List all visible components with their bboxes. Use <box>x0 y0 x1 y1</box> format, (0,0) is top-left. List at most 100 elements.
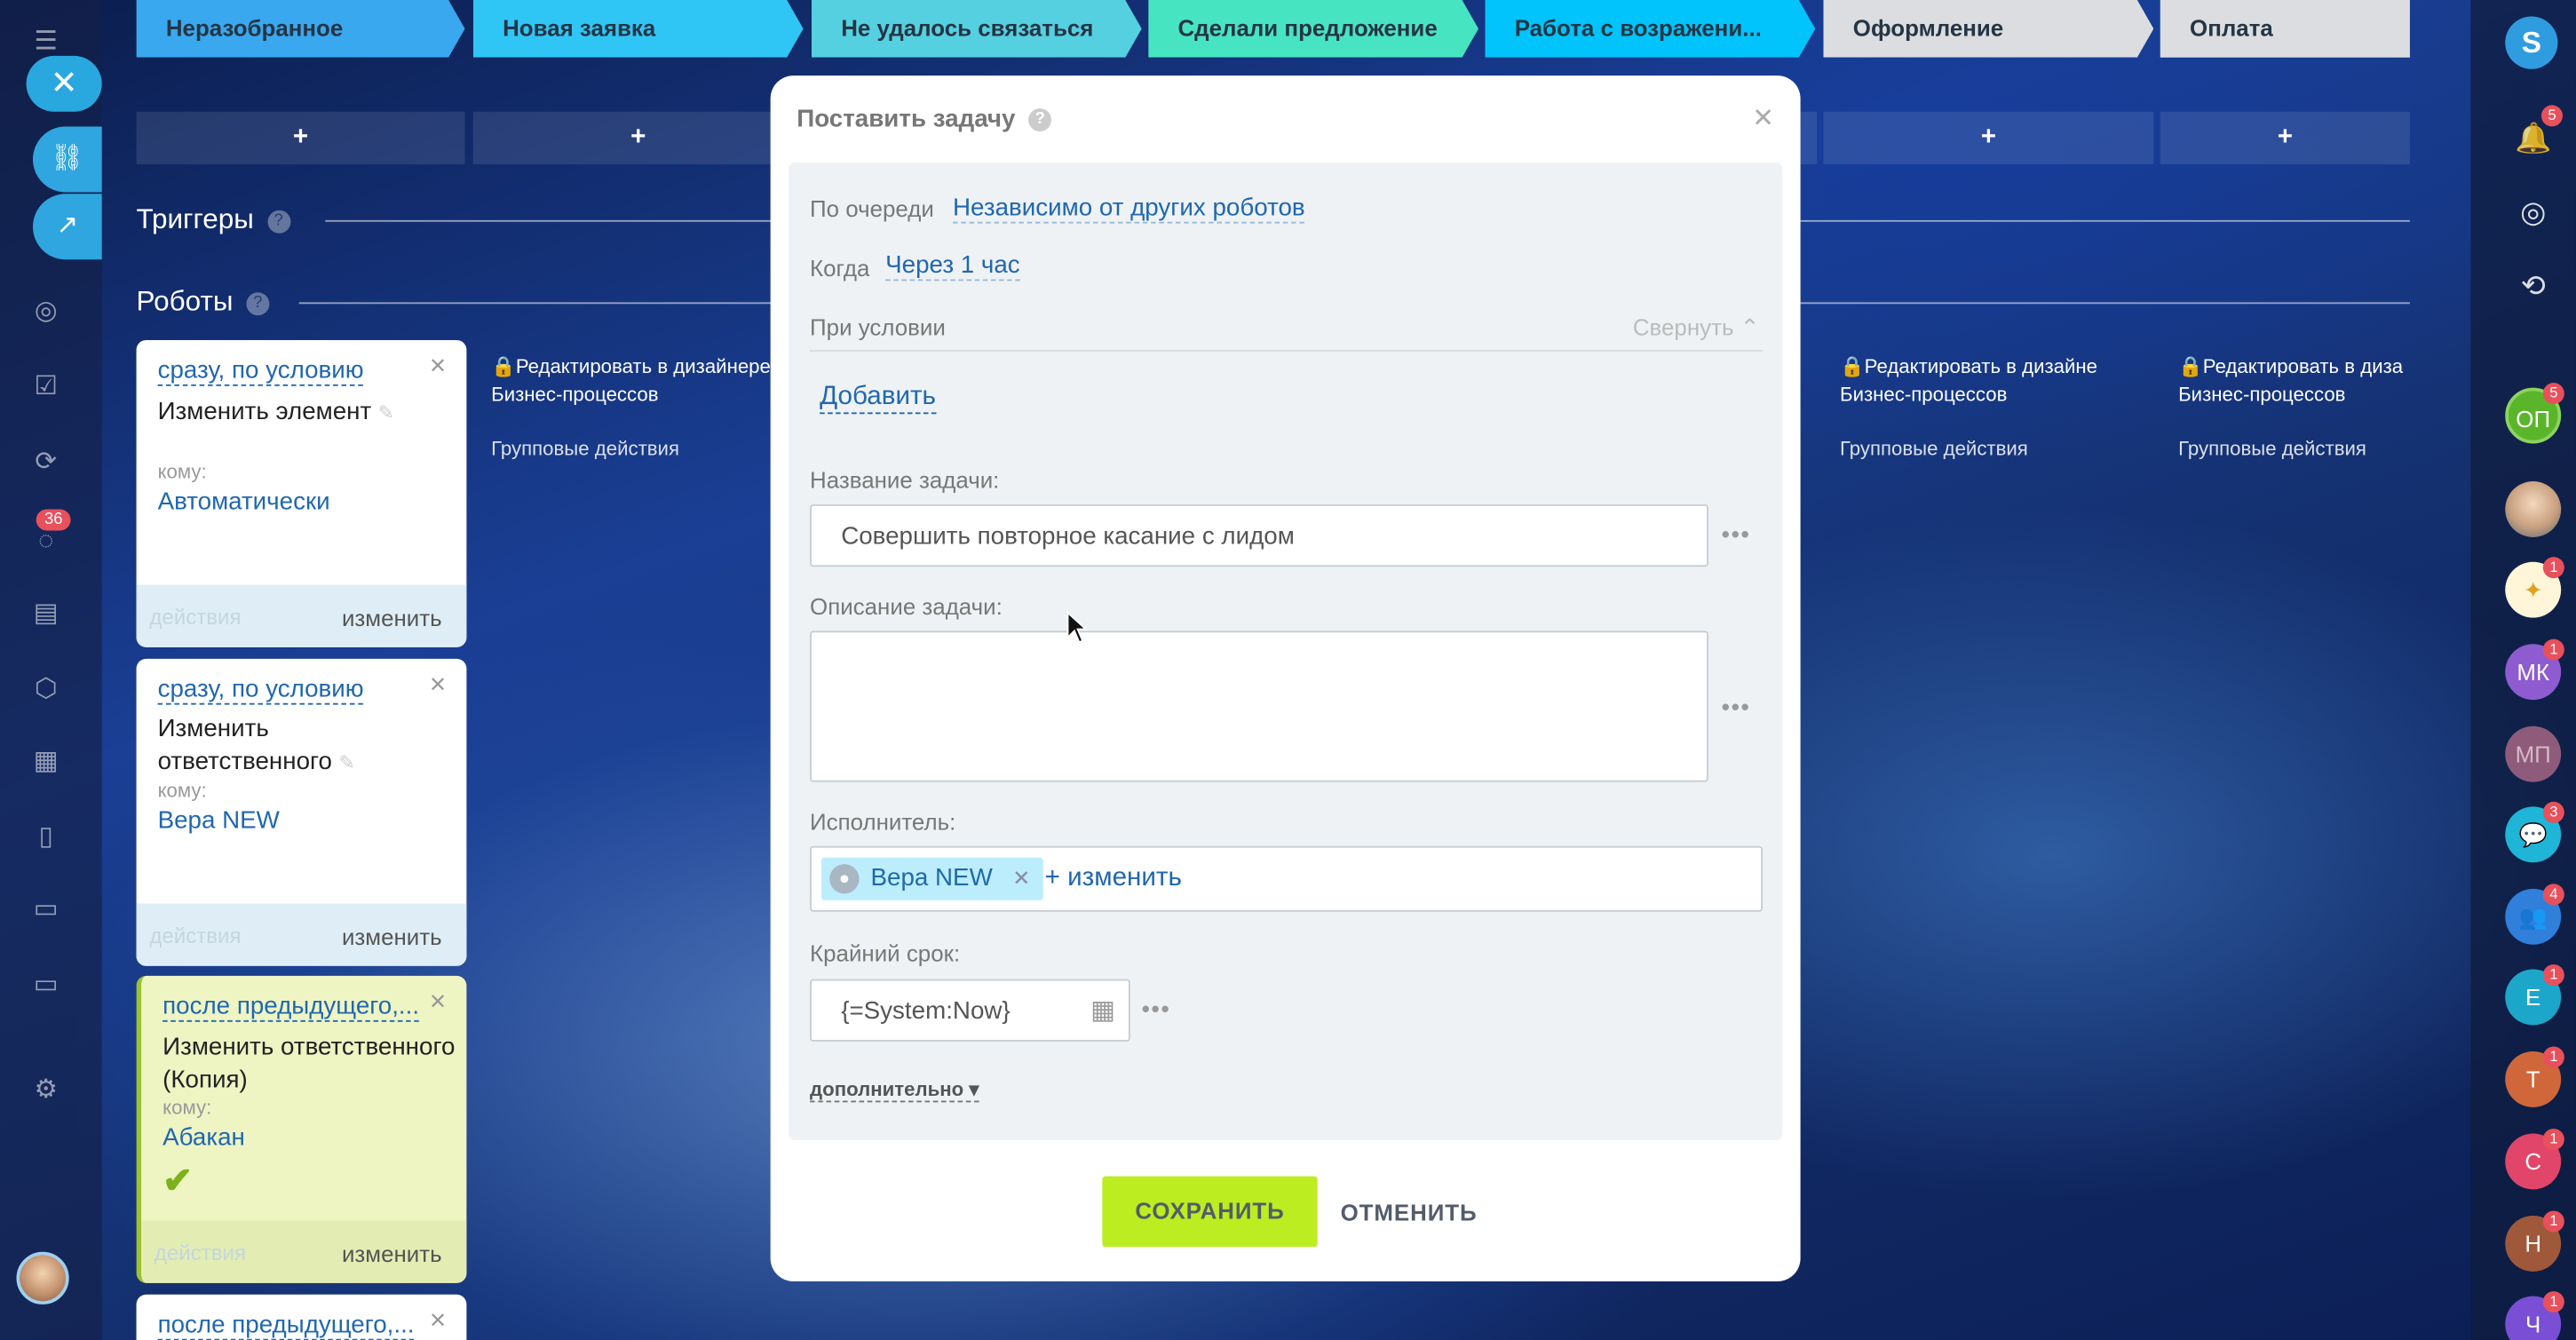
task-name-label: Название задачи: <box>810 466 1000 493</box>
design-link-text: Бизнес-процессов <box>491 383 659 406</box>
close-icon[interactable]: ✕ <box>429 989 447 1016</box>
more-options-icon[interactable]: ••• <box>1722 694 1751 720</box>
when-value-link[interactable]: Через 1 час <box>885 251 1020 281</box>
robot-user-link[interactable]: Автоматически <box>158 488 330 515</box>
add-condition-link[interactable]: Добавить <box>820 383 936 415</box>
robot-title-text: Изменить ответственного <box>157 714 332 776</box>
stage-payment[interactable]: Оплата <box>2160 0 2410 58</box>
assignee-field[interactable]: ● Вера NEW ✕ + изменить <box>810 845 1764 912</box>
pencil-icon[interactable]: ✎ <box>338 750 355 773</box>
avatar-badge: 1 <box>2542 963 2564 986</box>
crm-icon[interactable]: ⟳ <box>23 440 69 487</box>
robot-edit-button[interactable]: изменить <box>342 924 442 950</box>
robot-condition-link[interactable]: сразу, по условию <box>157 675 364 705</box>
help-icon[interactable]: ? <box>246 291 270 315</box>
group-actions-link[interactable]: Групповые действия <box>2178 437 2366 460</box>
task-name-input[interactable]: Совершить повторное касание с лидом <box>810 503 1708 567</box>
avatar-badge: 1 <box>2542 1291 2564 1313</box>
collapse-button[interactable]: Свернуть ⌃ <box>1633 313 1760 341</box>
robot-user-link[interactable]: Вера NEW <box>158 806 280 834</box>
robot-card[interactable]: после предыдущего,... ✕ <box>136 1294 467 1340</box>
link-icon[interactable]: ⛓ <box>33 126 102 193</box>
stage-unsorted[interactable]: Неразобранное <box>137 0 465 58</box>
robots-title: Роботы? <box>137 286 270 319</box>
deadline-input[interactable]: {=System:Now} ▦ <box>810 979 1130 1042</box>
collapse-label: Свернуть <box>1632 313 1734 340</box>
calendar-icon[interactable]: ▦ <box>23 740 69 786</box>
sites-icon[interactable]: ▭ <box>23 887 69 933</box>
add-trigger-button[interactable]: + <box>1823 111 2154 164</box>
avatar-badge: 3 <box>2542 801 2564 823</box>
notification-badge: 5 <box>2540 105 2564 127</box>
more-options-icon[interactable]: ••• <box>1142 995 1171 1022</box>
search-chat-icon[interactable]: ⟲ <box>2510 263 2556 309</box>
triggers-title-text: Триггеры <box>136 203 254 235</box>
stage-offer-made[interactable]: Сделали предложение <box>1148 0 1478 58</box>
file-icon[interactable]: ▯ <box>23 815 69 861</box>
store-icon[interactable]: ▭ <box>23 963 69 1009</box>
group-actions-link[interactable]: Групповые действия <box>491 437 679 460</box>
calendar-icon[interactable]: ▦ <box>1090 980 1115 1043</box>
robot-condition-link[interactable]: после предыдущего,... <box>157 1311 415 1340</box>
stage-label: Оплата <box>2190 14 2273 42</box>
avatar-badge: 1 <box>2542 557 2564 579</box>
user-avatar[interactable] <box>16 1251 69 1304</box>
help-icon[interactable]: ? <box>1028 108 1052 132</box>
description-label: Описание задачи: <box>810 592 1003 620</box>
design-link-text: Редактировать в диза <box>2202 354 2404 378</box>
help-icon[interactable]: ? <box>266 209 290 233</box>
add-trigger-button[interactable]: + <box>2160 111 2410 164</box>
avatar-user[interactable] <box>2505 481 2562 537</box>
document-icon[interactable]: ▤ <box>23 591 69 638</box>
robot-card-active[interactable]: после предыдущего,... ✕ Изменить ответст… <box>136 975 467 1283</box>
gear-icon[interactable]: ⚙ <box>23 1068 69 1114</box>
cancel-button[interactable]: ОТМЕНИТЬ <box>1341 1200 1478 1226</box>
robot-edit-button[interactable]: изменить <box>342 1241 442 1267</box>
edit-in-designer-link[interactable]: 🔒Редактировать в диза Бизнес-процессов <box>2178 353 2403 409</box>
stage-label: Неразобранное <box>165 14 344 42</box>
user-icon: ● <box>829 864 860 894</box>
stage-objections[interactable]: Работа с возражени... <box>1485 0 1815 58</box>
robot-title-text: Изменить элемент <box>157 397 372 426</box>
robot-condition-link[interactable]: после предыдущего,... <box>162 992 420 1022</box>
save-button[interactable]: СОХРАНИТЬ <box>1102 1176 1318 1248</box>
bitrix-logo-icon[interactable]: S <box>2505 16 2558 69</box>
stage-not-reached[interactable]: Не удалось связаться <box>812 0 1142 58</box>
close-icon[interactable]: ✕ <box>429 1308 447 1335</box>
robot-card[interactable]: сразу, по условию ✕ Изменить ответственн… <box>136 658 467 966</box>
divider <box>1800 302 2410 305</box>
settings-icon[interactable]: ⬡ <box>23 667 69 713</box>
robot-footer: действия изменить <box>136 903 467 966</box>
checkbox-icon[interactable]: ☑ <box>23 365 69 411</box>
divider <box>298 302 773 305</box>
spiral-icon[interactable]: ◎ <box>2510 189 2556 235</box>
remove-icon[interactable]: ✕ <box>1012 866 1030 891</box>
close-slider-button[interactable]: ✕ <box>26 55 102 112</box>
group-actions-link[interactable]: Групповые действия <box>1840 437 2028 460</box>
close-icon[interactable]: ✕ <box>1752 102 1774 135</box>
chat-icon[interactable]: ◌ <box>23 519 69 566</box>
change-assignee-link[interactable]: + изменить <box>1045 864 1182 893</box>
stage-label: Оформление <box>1852 14 2004 42</box>
order-value-link[interactable]: Независимо от других роботов <box>953 194 1305 224</box>
robot-edit-button[interactable]: изменить <box>342 605 442 631</box>
target-icon[interactable]: ◎ <box>23 289 69 336</box>
robot-user-link[interactable]: Абакан <box>162 1123 245 1151</box>
avatar-mp[interactable]: МП <box>2505 726 2562 782</box>
more-options-icon[interactable]: ••• <box>1722 520 1751 547</box>
description-textarea[interactable] <box>810 630 1708 782</box>
close-icon[interactable]: ✕ <box>429 672 447 699</box>
edit-in-designer-link[interactable]: 🔒Редактировать в дизайнере Бизнес-процесс… <box>491 353 779 409</box>
robot-condition-link[interactable]: сразу, по условию <box>157 356 364 386</box>
stage-label: Работа с возражени... <box>1514 14 1762 42</box>
close-icon[interactable]: ✕ <box>429 353 447 380</box>
stage-new-lead[interactable]: Новая заявка <box>473 0 804 58</box>
stage-registration[interactable]: Оформление <box>1824 0 2154 58</box>
add-trigger-button[interactable]: + <box>472 111 804 164</box>
add-trigger-button[interactable]: + <box>136 111 465 164</box>
edit-in-designer-link[interactable]: 🔒Редактировать в дизайне Бизнес-процессов <box>1840 353 2097 409</box>
pencil-icon[interactable]: ✎ <box>378 400 395 424</box>
external-link-icon[interactable]: ↗ <box>33 194 102 260</box>
more-settings-link[interactable]: дополнительно ▾ <box>810 1078 979 1103</box>
robot-card[interactable]: сразу, по условию ✕ Изменить элемент ✎ ко… <box>136 339 467 647</box>
